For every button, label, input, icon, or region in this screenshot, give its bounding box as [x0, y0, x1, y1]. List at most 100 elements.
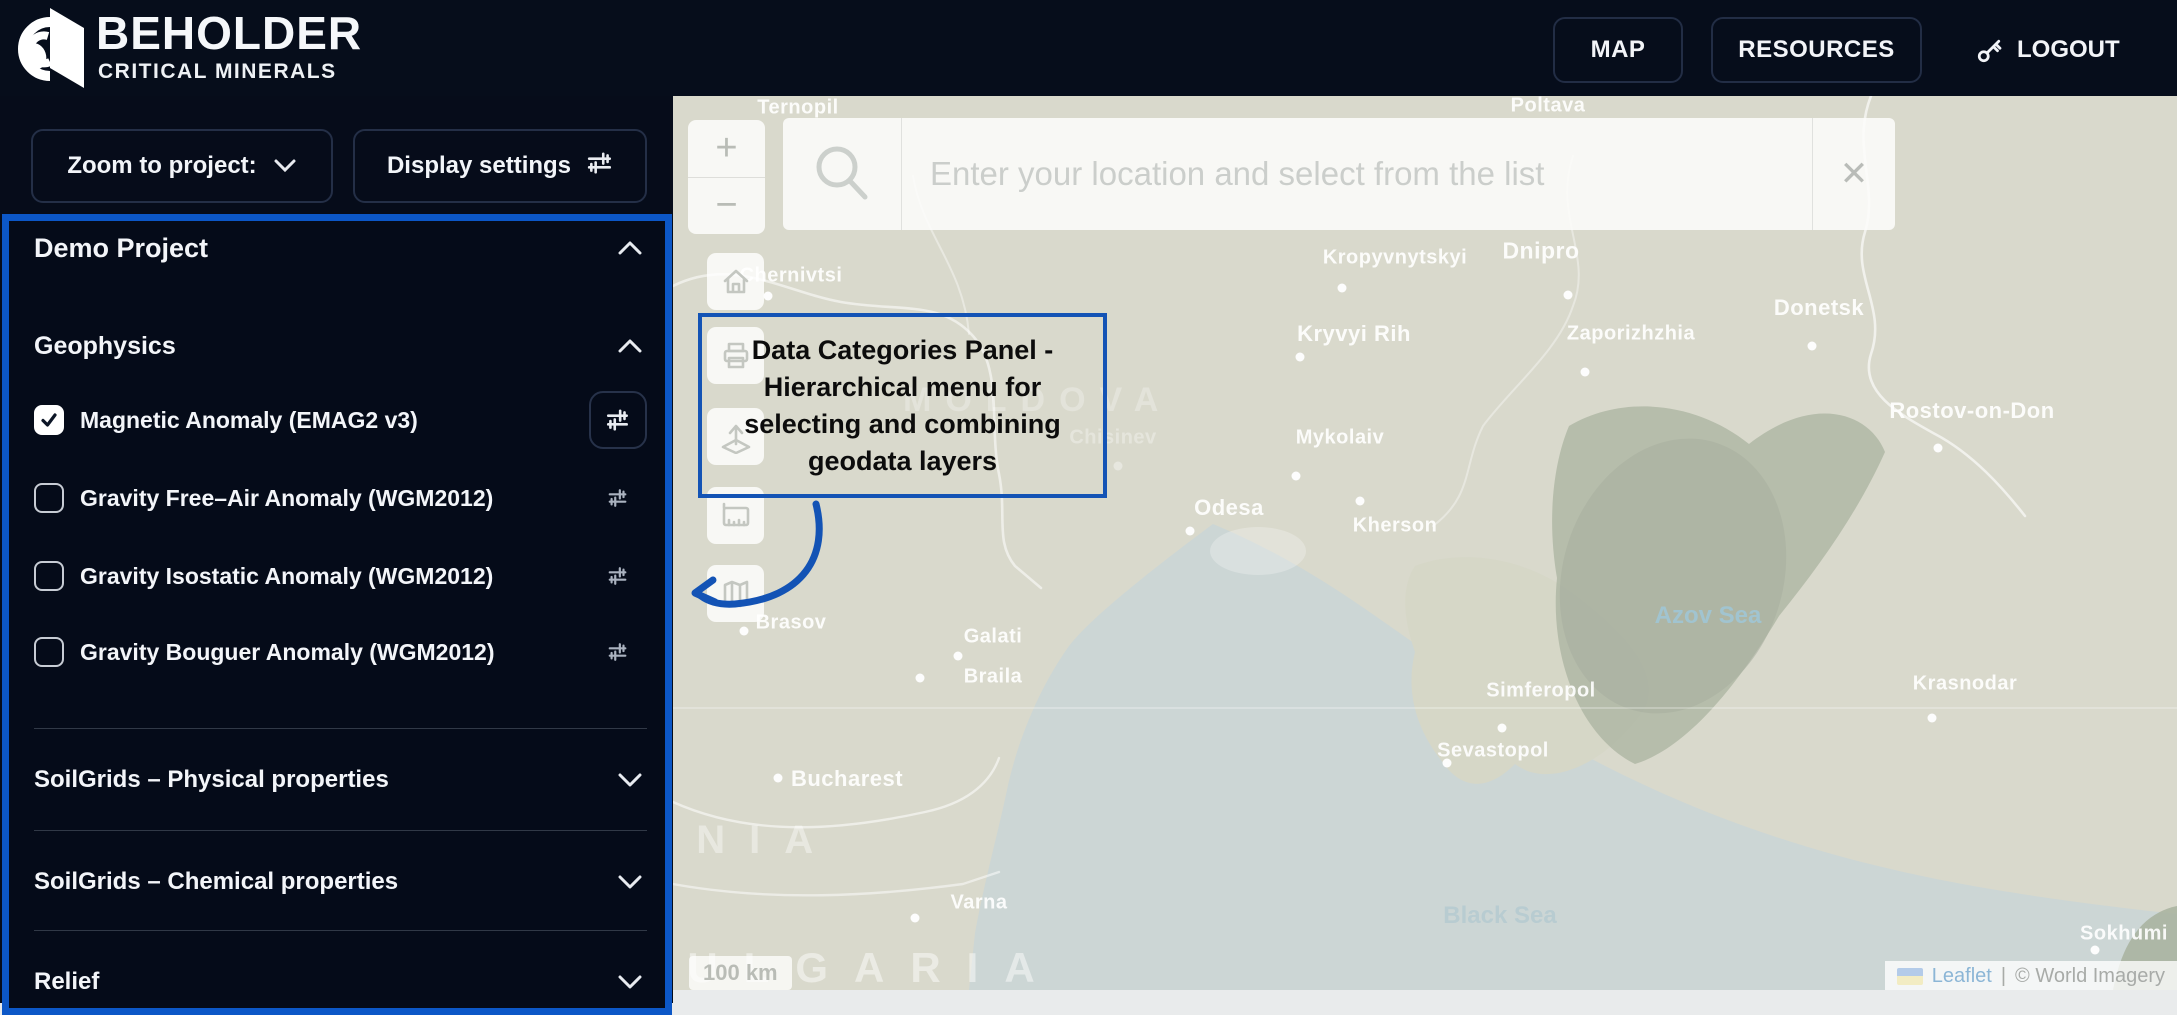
layer-row-gravity-bouguer: Gravity Bouguer Anomaly (WGM2012) [9, 623, 665, 681]
ukraine-flag-icon [1896, 967, 1923, 985]
city-label: Dnipro [1502, 237, 1580, 264]
search-input[interactable] [902, 118, 1812, 230]
home-button[interactable] [707, 253, 764, 310]
layer-label: Magnetic Anomaly (EMAG2 v3) [80, 406, 418, 433]
layer-settings-button[interactable] [589, 391, 647, 449]
logout-button[interactable]: LOGOUT [1975, 17, 2120, 83]
brand-tagline: CRITICAL MINERALS [98, 60, 337, 83]
display-settings-label: Display settings [386, 152, 572, 179]
chevron-up-icon[interactable] [617, 338, 643, 354]
city-label: Zaporizhzhia [1566, 322, 1696, 345]
checkmark-icon [41, 413, 57, 427]
zoom-in-button[interactable]: + [688, 120, 765, 178]
section-divider [34, 728, 647, 729]
chevron-up-icon[interactable] [617, 240, 643, 256]
city-dot [763, 291, 773, 301]
section-soilgrids-physical[interactable]: SoilGrids – Physical properties [9, 753, 665, 807]
section-label: SoilGrids – Chemical properties [34, 868, 399, 895]
section-relief[interactable]: Relief [9, 955, 665, 1009]
section-geophysics[interactable]: Geophysics [9, 321, 665, 371]
city-dot [1580, 367, 1590, 377]
section-divider [34, 930, 647, 931]
city-label: Kropyvnytskyi [1322, 246, 1468, 269]
city-dot [1355, 496, 1365, 506]
city-label: Kherson [1352, 514, 1438, 537]
layer-checkbox[interactable] [34, 561, 64, 591]
city-dot [1497, 723, 1507, 733]
city-label: Galati [963, 625, 1023, 648]
map-scale: 100 km [689, 956, 792, 990]
chevron-down-icon[interactable] [617, 772, 643, 788]
sliders-icon [608, 489, 627, 507]
attribution-divider: | [2000, 964, 2007, 987]
city-label: Bucharest [790, 766, 904, 791]
layer-checkbox[interactable] [34, 405, 64, 435]
logout-label: LOGOUT [2017, 36, 2120, 63]
search-icon [783, 118, 902, 230]
city-label: Braila [963, 665, 1023, 688]
layer-checkbox[interactable] [34, 637, 64, 667]
region-label-romania: ROMANIA [673, 818, 838, 862]
city-dot [1442, 758, 1452, 768]
sliders-icon [608, 643, 627, 661]
home-icon [723, 269, 748, 293]
city-label: Sokhumi [2080, 922, 2168, 945]
sea-label-black: Black Sea [1443, 902, 1557, 929]
city-label: Donetsk [1773, 295, 1865, 320]
annotation-callout: Data Categories Panel - Hierarchical men… [698, 313, 1107, 498]
map-attribution: Leaflet | © World Imagery [1884, 961, 2177, 990]
section-label: Geophysics [34, 331, 176, 360]
brand-name: BEHOLDER [96, 7, 363, 59]
project-title: Demo Project [34, 232, 209, 263]
chevron-down-icon [273, 152, 297, 180]
chevron-down-icon[interactable] [617, 974, 643, 990]
layer-settings-button[interactable] [589, 469, 647, 527]
city-label: Poltava [1510, 96, 1586, 117]
city-dot [1563, 290, 1573, 300]
layer-row-magnetic-anomaly: Magnetic Anomaly (EMAG2 v3) [9, 391, 665, 449]
city-label: Mykolaiv [1295, 426, 1385, 449]
city-dot [773, 773, 783, 783]
layer-settings-button[interactable] [589, 547, 647, 605]
layer-row-gravity-free-air: Gravity Free–Air Anomaly (WGM2012) [9, 469, 665, 527]
nav-map-button[interactable]: MAP [1553, 17, 1683, 83]
city-label: Varna [950, 891, 1008, 914]
city-dot [1291, 471, 1301, 481]
city-label: Rostov-on-Don [1889, 398, 2055, 423]
city-dot [1185, 526, 1195, 536]
leaflet-link[interactable]: Leaflet [1932, 965, 1992, 988]
city-label: Sevastopol [1437, 739, 1549, 762]
city-dot [1337, 283, 1347, 293]
display-settings-button[interactable]: Display settings [353, 129, 647, 203]
section-label: SoilGrids – Physical properties [34, 766, 389, 793]
top-bar: BEHOLDER CRITICAL MINERALS MAP RESOURCES… [0, 0, 2177, 96]
annotation-text: Data Categories Panel - Hierarchical men… [744, 334, 1061, 476]
zoom-to-project-label: Zoom to project: [67, 152, 257, 179]
map-terrain [673, 96, 2177, 990]
section-soilgrids-chemical[interactable]: SoilGrids – Chemical properties [9, 855, 665, 909]
city-label: Odesa [1194, 495, 1264, 520]
city-label: Krasnodar [1912, 672, 2018, 695]
city-dot [1113, 461, 1123, 471]
city-dot [1807, 341, 1817, 351]
zoom-to-project-dropdown[interactable]: Zoom to project: [31, 129, 333, 203]
map-canvas[interactable]: MOLDOVA ROMANIA BULGARIA Azov Sea Black … [673, 96, 2177, 990]
project-header[interactable]: Demo Project [9, 223, 665, 273]
layer-label: Gravity Isostatic Anomaly (WGM2012) [80, 562, 494, 589]
chevron-down-icon[interactable] [617, 874, 643, 890]
city-dot [1933, 443, 1943, 453]
zoom-out-button[interactable]: − [688, 178, 765, 235]
nav-resources-button[interactable]: RESOURCES [1711, 17, 1922, 83]
location-search-bar: ✕ [783, 118, 1895, 230]
layer-settings-button[interactable] [589, 623, 647, 681]
city-dot [1927, 713, 1937, 723]
city-label: Kryvyi Rih [1297, 321, 1411, 346]
city-label: Ternopil [757, 96, 839, 119]
sea-label-azov: Azov Sea [1654, 602, 1762, 629]
annotation-arrow [691, 500, 823, 608]
city-dot [1295, 352, 1305, 362]
sliders-icon [606, 409, 628, 431]
layer-checkbox[interactable] [34, 483, 64, 513]
section-label: Relief [34, 968, 100, 995]
search-clear-button[interactable]: ✕ [1812, 118, 1895, 230]
